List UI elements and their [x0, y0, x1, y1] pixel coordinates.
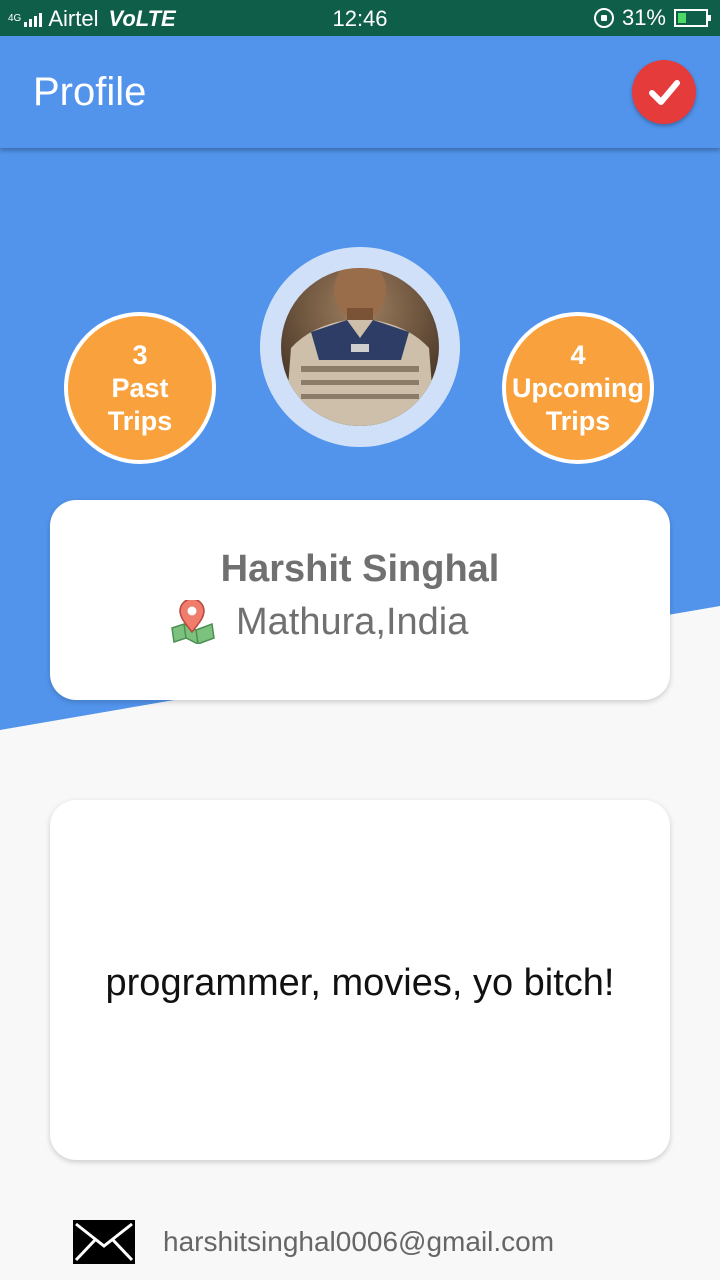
email-text: harshitsinghal0006@gmail.com	[163, 1226, 555, 1257]
past-trips-label-line1: Past	[111, 372, 169, 403]
past-trips-badge[interactable]: 3 Past Trips	[64, 312, 216, 464]
battery-percent: 31%	[621, 5, 666, 30]
location-row: Mathura,India	[168, 600, 468, 644]
avatar[interactable]	[281, 268, 439, 426]
envelope-icon	[73, 1220, 135, 1264]
profile-photo	[281, 268, 439, 426]
app-bar: Profile	[0, 36, 720, 148]
check-icon	[649, 80, 680, 105]
upcoming-trips-label-line2: Trips	[545, 405, 611, 436]
email-row[interactable]: harshitsinghal0006@gmail.com	[73, 1220, 554, 1264]
past-trips-count: 3	[132, 339, 148, 370]
location-text: Mathura,India	[236, 600, 469, 643]
upcoming-trips-label-line1: Upcoming	[512, 372, 644, 403]
upcoming-trips-count: 4	[570, 339, 586, 370]
upcoming-trips-badge[interactable]: 4 Upcoming Trips	[502, 312, 654, 464]
bio-card: programmer, movies, yo bitch!	[50, 800, 670, 1160]
rotation-lock-icon	[593, 8, 614, 28]
page-title: Profile	[33, 70, 147, 114]
battery-icon	[674, 9, 711, 27]
map-pin-icon	[171, 600, 215, 644]
status-bar: 4G Airtel VoLTE 12:46 31%	[0, 0, 720, 36]
profile-name: Harshit Singhal	[220, 548, 500, 590]
profile-card: Harshit Singhal Mathura,India	[50, 500, 670, 700]
past-trips-label-line2: Trips	[107, 405, 173, 436]
bio-text: programmer, movies, yo bitch!	[105, 962, 615, 1004]
confirm-button[interactable]	[632, 60, 696, 124]
